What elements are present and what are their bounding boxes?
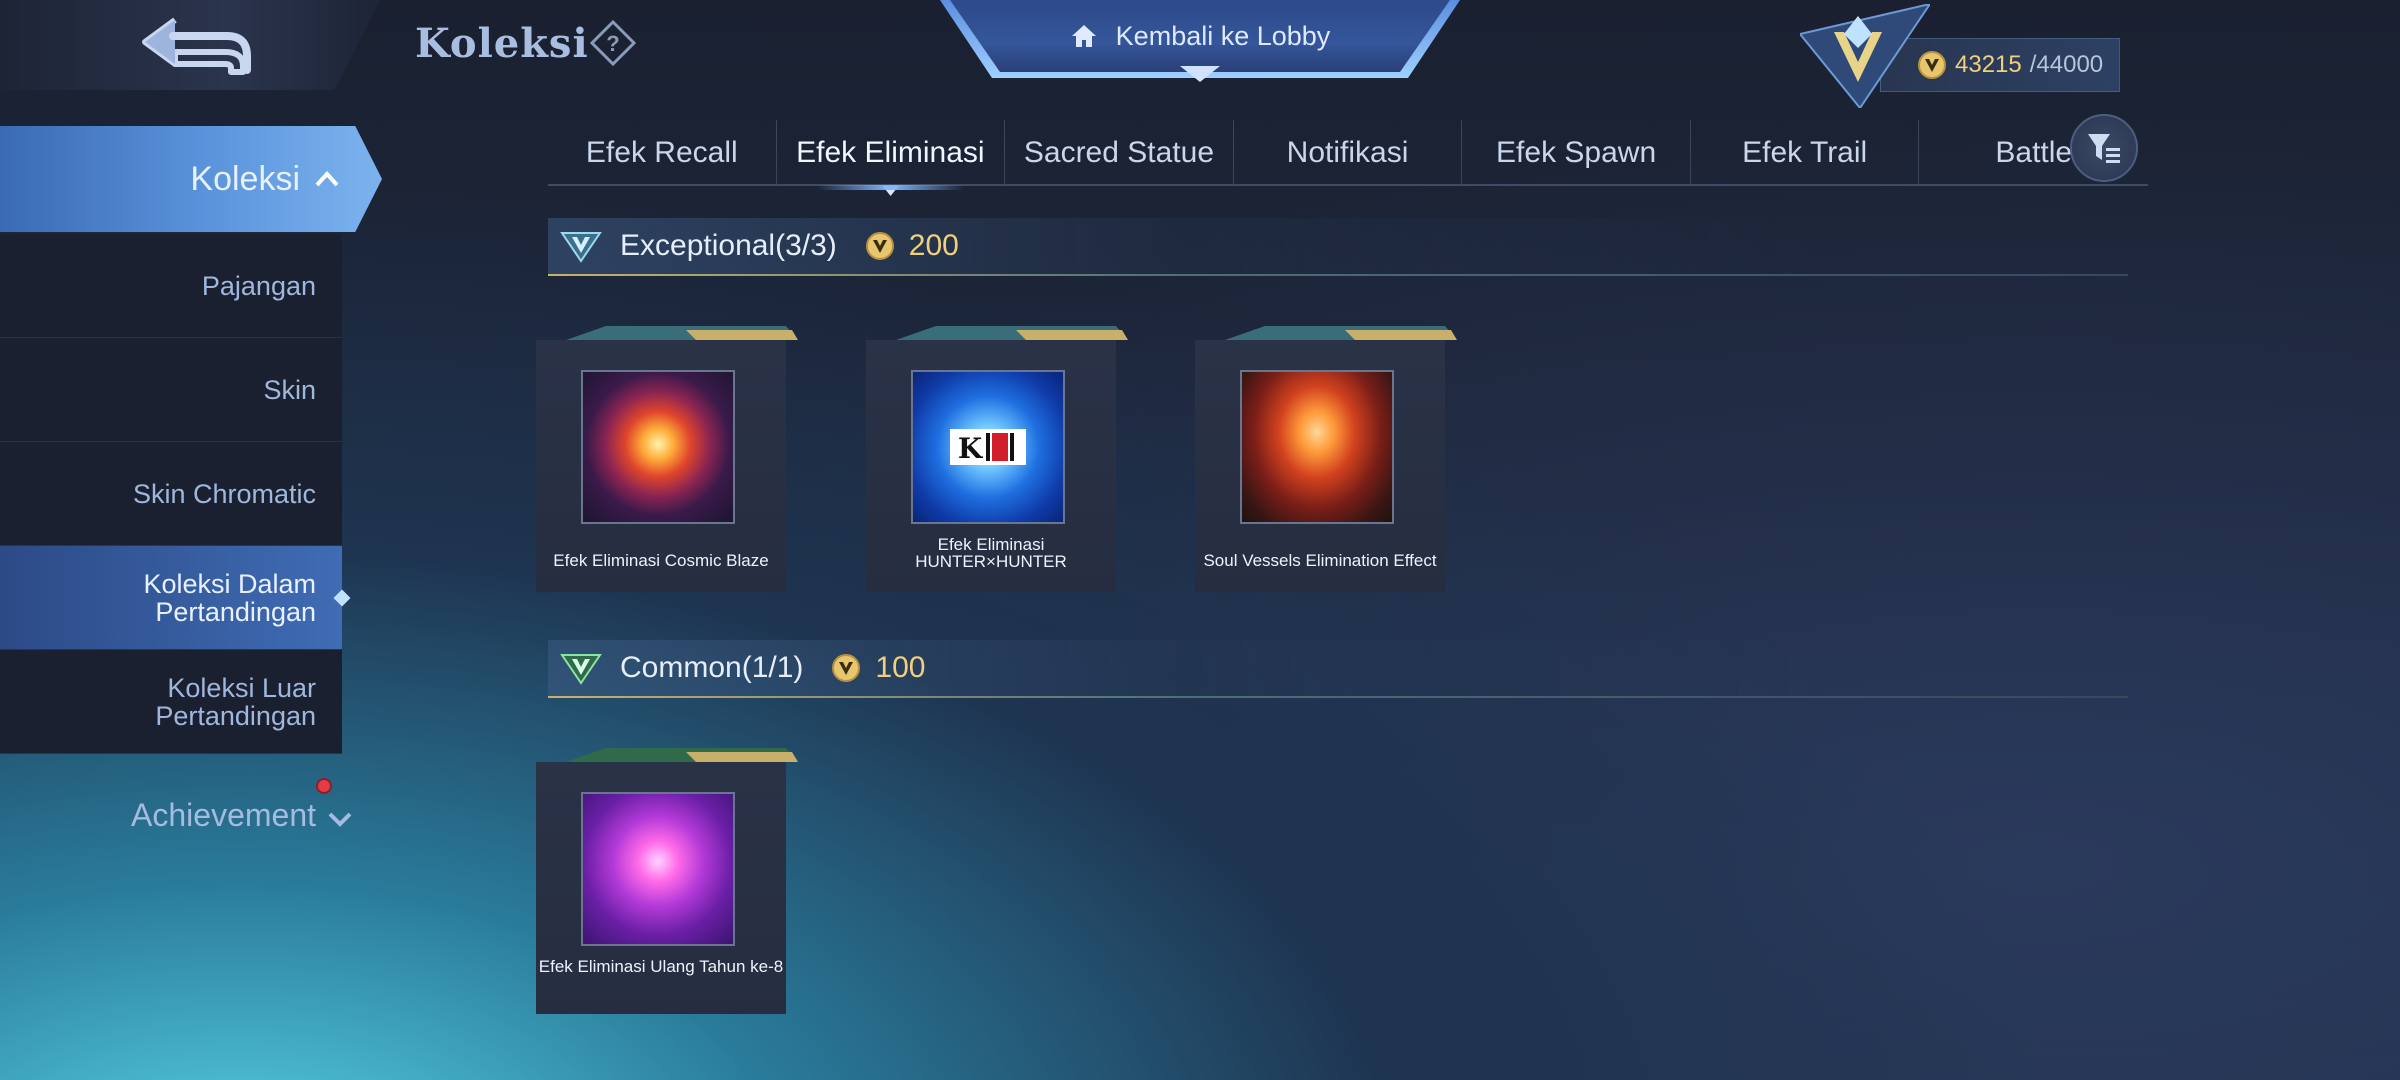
- tab-efek-spawn[interactable]: Efek Spawn: [1462, 120, 1691, 186]
- back-to-lobby-button[interactable]: Kembali ke Lobby: [950, 0, 1450, 72]
- sidebar-item-pajangan[interactable]: Pajangan: [0, 234, 342, 338]
- filter-button[interactable]: [2070, 114, 2138, 182]
- sidebar-item-skin[interactable]: Skin: [0, 338, 342, 442]
- filter-icon: [2088, 134, 2120, 163]
- tab-efek-trail[interactable]: Efek Trail: [1691, 120, 1920, 186]
- help-icon[interactable]: ?: [590, 20, 636, 66]
- exceptional-rank-icon: [560, 232, 602, 263]
- item-name: Efek Eliminasi HUNTER×HUNTER: [915, 535, 1067, 571]
- svg-text:?: ?: [606, 31, 619, 56]
- item-card[interactable]: Efek Eliminasi Cosmic Blaze: [536, 326, 798, 592]
- sidebar-item-label: Skin: [263, 374, 316, 405]
- card-ribbon: [566, 326, 798, 340]
- notification-dot: [316, 778, 332, 794]
- card-ribbon: [896, 326, 1128, 340]
- section-points: 100: [875, 651, 926, 684]
- svg-text:K: K: [958, 432, 984, 465]
- points-max: /44000: [2029, 51, 2104, 78]
- sidebar-koleksi-label: Koleksi: [190, 159, 300, 198]
- tab-sacred-statue[interactable]: Sacred Statue: [1005, 120, 1234, 186]
- section-count: (1/1): [741, 651, 804, 684]
- tab-efek-recall[interactable]: Efek Recall: [548, 120, 777, 186]
- section-title: Exceptional: [620, 229, 776, 262]
- item-card[interactable]: Soul Vessels Elimination Effect: [1195, 326, 1457, 592]
- item-name: Efek Eliminasi Cosmic Blaze: [553, 551, 769, 570]
- chevron-up-icon: [315, 171, 339, 187]
- birthday-effect-icon: [581, 792, 735, 946]
- achievement-label: Achievement: [131, 796, 316, 833]
- section-count: (3/3): [775, 229, 837, 262]
- sidebar-item-skin-chromatic[interactable]: Skin Chromatic: [0, 442, 342, 546]
- card-ribbon: [566, 748, 798, 762]
- item-card[interactable]: K Efek Eliminasi HUNTER×HUNTER: [866, 326, 1128, 592]
- soul-vessels-effect-icon: [1240, 370, 1394, 524]
- sidebar-list: Pajangan Skin Skin Chromatic Koleksi Dal…: [0, 234, 342, 754]
- common-rank-icon: [560, 654, 602, 685]
- item-name: Efek Eliminasi Ulang Tahun ke-8: [538, 957, 784, 976]
- chevron-down-icon: [328, 812, 352, 827]
- sidebar-item-label: Koleksi Dalam Pertandingan: [143, 568, 316, 627]
- card-ribbon: [1225, 326, 1457, 340]
- item-card[interactable]: Efek Eliminasi Ulang Tahun ke-8: [536, 748, 798, 1014]
- collector-rank-icon: [1798, 2, 1933, 110]
- collection-coin-icon: [832, 654, 861, 682]
- sidebar-item-label: Skin Chromatic: [132, 478, 316, 509]
- section-title: Common: [620, 651, 742, 684]
- section-points: 200: [908, 229, 959, 262]
- category-tabs: Efek Recall Efek Eliminasi Sacred Statue…: [548, 120, 2148, 190]
- lobby-label: Kembali ke Lobby: [1115, 20, 1331, 51]
- sidebar-item-label: Pajangan: [201, 270, 316, 301]
- sidebar-item-koleksi-dalam-pertandingan[interactable]: Koleksi Dalam Pertandingan: [0, 546, 342, 650]
- home-icon: [1071, 25, 1096, 47]
- points-current: 43215: [1955, 51, 2022, 78]
- sidebar-item-label: Koleksi Luar Pertandingan: [155, 672, 316, 731]
- item-name: Soul Vessels Elimination Effect: [1203, 551, 1437, 570]
- section-exceptional-header: Exceptional (3/3) 200: [548, 218, 2128, 276]
- tab-efek-eliminasi[interactable]: Efek Eliminasi: [777, 120, 1006, 190]
- tab-notifikasi[interactable]: Notifikasi: [1234, 120, 1463, 186]
- collection-coin-icon: [865, 232, 894, 260]
- page-title: Koleksi: [415, 20, 589, 67]
- back-arrow-icon: [142, 17, 251, 75]
- sidebar-item-koleksi-luar-pertandingan[interactable]: Koleksi Luar Pertandingan: [0, 650, 342, 754]
- hunter-x-hunter-effect-icon: K: [911, 370, 1065, 524]
- sidebar-koleksi-header[interactable]: Koleksi: [0, 126, 382, 232]
- cosmic-blaze-effect-icon: [581, 370, 735, 524]
- back-button[interactable]: [0, 0, 380, 90]
- section-common-header: Common (1/1) 100: [548, 640, 2128, 698]
- sidebar-achievement[interactable]: Achievement: [0, 780, 360, 850]
